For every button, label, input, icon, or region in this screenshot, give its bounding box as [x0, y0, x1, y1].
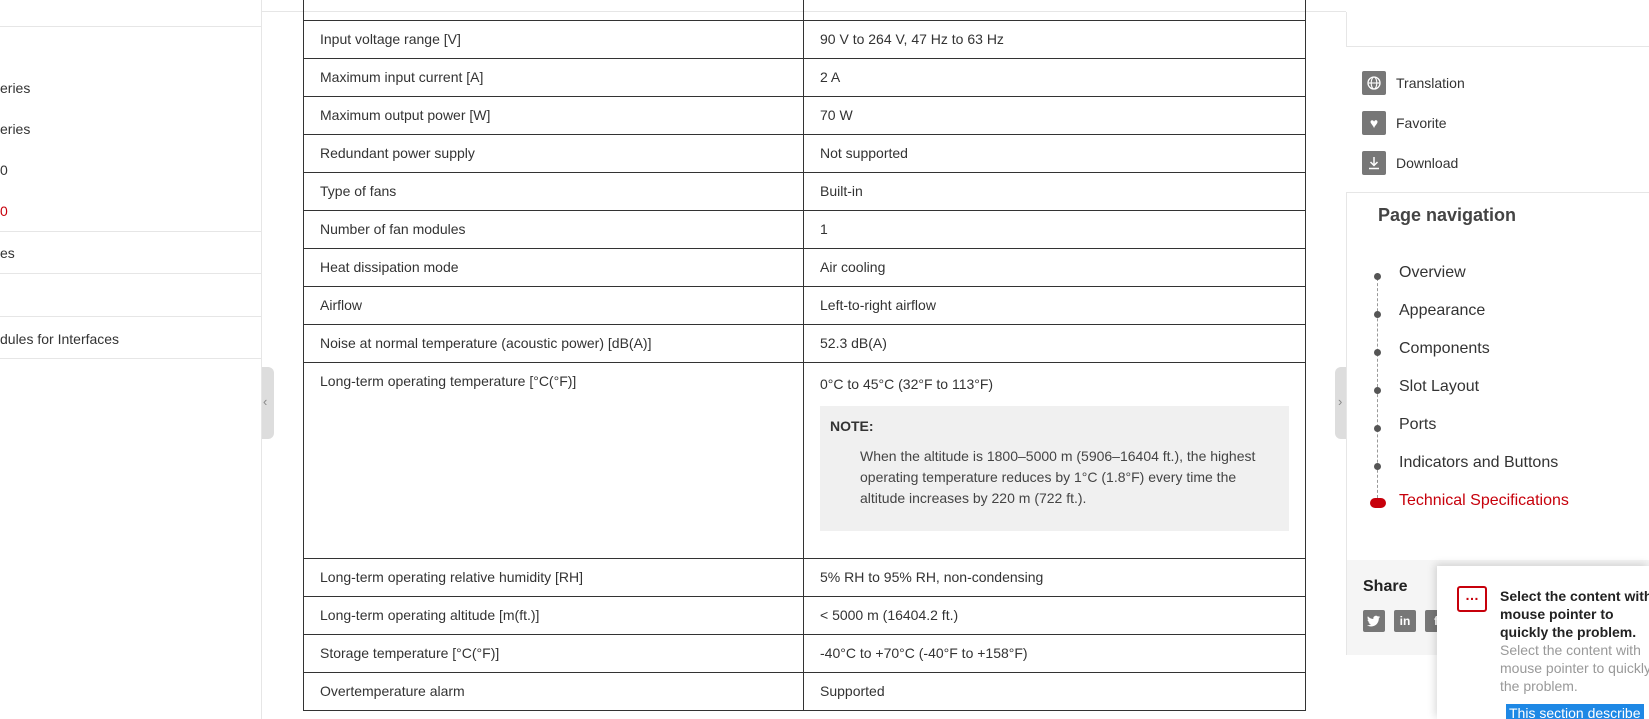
table-row: Long-term operating altitude [m(ft.)] < 5… [303, 595, 1306, 635]
nav-dot-icon [1374, 349, 1381, 356]
heart-icon: ♥ [1362, 111, 1386, 135]
table-row: Heat dissipation mode Air cooling [303, 247, 1306, 287]
note-title: NOTE: [830, 417, 874, 434]
spec-value: 0°C to 45°C (32°F to 113°F) [820, 375, 994, 392]
nav-item-components[interactable]: Components [1399, 340, 1490, 358]
spec-value: Supported [803, 671, 1306, 711]
download-icon [1362, 151, 1386, 175]
table-row: Type of fans Built-in [303, 171, 1306, 211]
spec-name: Number of fan modules [303, 209, 804, 249]
spec-table-container: Input voltage range [V] 90 V to 264 V, 47… [303, 0, 1306, 711]
collapse-left-sidebar-button[interactable]: ‹ [262, 367, 274, 439]
table-row: Input voltage range [V] 90 V to 264 V, 47… [303, 19, 1306, 59]
nav-item-overview[interactable]: Overview [1399, 264, 1466, 282]
nav-dot-icon [1374, 463, 1381, 470]
spec-value: -40°C to +70°C (-40°F to +158°F) [803, 633, 1306, 673]
sidebar-divider [0, 26, 262, 27]
spec-name: Heat dissipation mode [303, 247, 804, 287]
spec-name: Storage temperature [°C(°F)] [303, 633, 804, 673]
spec-value: Not supported [803, 133, 1306, 173]
download-label: Download [1396, 155, 1459, 171]
nav-dot-icon [1374, 387, 1381, 394]
sidebar-item[interactable]: es [0, 245, 262, 261]
table-row [303, 0, 1306, 21]
note-text: When the altitude is 1800–5000 m (5906–1… [860, 447, 1256, 506]
spec-name: Type of fans [303, 171, 804, 211]
table-row: Noise at normal temperature (acoustic po… [303, 323, 1306, 363]
table-row: Number of fan modules 1 [303, 209, 1306, 249]
spec-value: Air cooling [803, 247, 1306, 287]
spec-name: Redundant power supply [303, 133, 804, 173]
translation-button[interactable]: Translation [1362, 71, 1465, 95]
spec-name: Long-term operating temperature [°C(°F)] [303, 361, 804, 559]
selected-text-highlight[interactable]: This section describe [1506, 704, 1644, 719]
chevron-right-icon: › [1338, 394, 1343, 409]
table-row: Airflow Left-to-right airflow [303, 285, 1306, 325]
sidebar-item[interactable]: eries [0, 80, 262, 96]
table-row: Maximum output power [W] 70 W [303, 95, 1306, 135]
spec-value-cell: 0°C to 45°C (32°F to 113°F) NOTE: When t… [803, 361, 1306, 559]
download-button[interactable]: Download [1362, 151, 1458, 175]
nav-item-ports[interactable]: Ports [1399, 416, 1436, 434]
sidebar-divider [0, 358, 262, 359]
sidebar-divider [0, 316, 262, 317]
spec-value: 5% RH to 95% RH, non-condensing [803, 557, 1306, 597]
page-navigation-title: Page navigation [1378, 205, 1517, 225]
spec-name: Airflow [303, 285, 804, 325]
comment-icon: … [1457, 586, 1487, 612]
left-sidebar: eries eries 0 0 es dules for Interfaces [0, 0, 262, 719]
nav-dot-icon [1374, 311, 1381, 318]
table-row: Long-term operating temperature [°C(°F)]… [303, 361, 1306, 559]
feedback-popup: … Select the content with mouse pointer … [1437, 566, 1649, 719]
nav-dot-icon [1374, 425, 1381, 432]
spec-name: Maximum input current [A] [303, 57, 804, 97]
chevron-left-icon: ‹ [263, 394, 268, 409]
spec-name: Overtemperature alarm [303, 671, 804, 711]
table-row: Maximum input current [A] 2 A [303, 57, 1306, 97]
nav-dot-icon [1374, 273, 1381, 280]
nav-active-marker-icon [1370, 498, 1386, 508]
spec-name: Long-term operating altitude [m(ft.)] [303, 595, 804, 635]
favorite-button[interactable]: ♥ Favorite [1362, 111, 1447, 135]
spec-value: < 5000 m (16404.2 ft.) [803, 595, 1306, 635]
spec-table: Input voltage range [V] 90 V to 264 V, 47… [303, 0, 1306, 711]
sidebar-item[interactable]: 0 [0, 162, 262, 178]
sidebar-item[interactable]: eries [0, 121, 262, 137]
spec-value: 70 W [803, 95, 1306, 135]
feedback-subtitle: Select the content with mouse pointer to… [1500, 642, 1649, 694]
spec-value: 2 A [803, 57, 1306, 97]
spec-name: Maximum output power [W] [303, 95, 804, 135]
table-row: Long-term operating relative humidity [R… [303, 557, 1306, 597]
nav-item-appearance[interactable]: Appearance [1399, 302, 1485, 320]
spec-value: 90 V to 264 V, 47 Hz to 63 Hz [803, 19, 1306, 59]
favorite-label: Favorite [1396, 115, 1447, 131]
translation-label: Translation [1396, 75, 1465, 91]
sidebar-divider [0, 273, 262, 274]
sidebar-item-active[interactable]: 0 [0, 203, 262, 219]
spec-name: Input voltage range [V] [303, 19, 804, 59]
table-row: Storage temperature [°C(°F)] -40°C to +70… [303, 633, 1306, 673]
right-panel-header [1346, 12, 1649, 47]
sidebar-item[interactable]: dules for Interfaces [0, 331, 262, 347]
nav-item-indicators-and-buttons[interactable]: Indicators and Buttons [1399, 454, 1558, 472]
spec-value: Built-in [803, 171, 1306, 211]
share-title: Share [1363, 578, 1408, 595]
spec-name: Noise at normal temperature (acoustic po… [303, 323, 804, 363]
table-row: Redundant power supply Not supported [303, 133, 1306, 173]
globe-icon [1362, 71, 1386, 95]
nav-item-slot-layout[interactable]: Slot Layout [1399, 378, 1479, 396]
spec-value: 52.3 dB(A) [803, 323, 1306, 363]
table-row: Overtemperature alarm Supported [303, 671, 1306, 711]
feedback-title: Select the content with mouse pointer to… [1500, 588, 1649, 640]
spec-value: 1 [803, 209, 1306, 249]
spec-value: Left-to-right airflow [803, 285, 1306, 325]
sidebar-divider [0, 231, 262, 232]
note-box: NOTE: When the altitude is 1800–5000 m (… [820, 405, 1289, 531]
spec-name: Long-term operating relative humidity [R… [303, 557, 804, 597]
nav-item-technical-specifications[interactable]: Technical Specifications [1399, 492, 1569, 510]
page-navigation: Page navigation Overview Appearance Comp… [1346, 192, 1649, 560]
linkedin-icon[interactable]: in [1394, 610, 1416, 632]
twitter-icon[interactable] [1363, 610, 1385, 632]
